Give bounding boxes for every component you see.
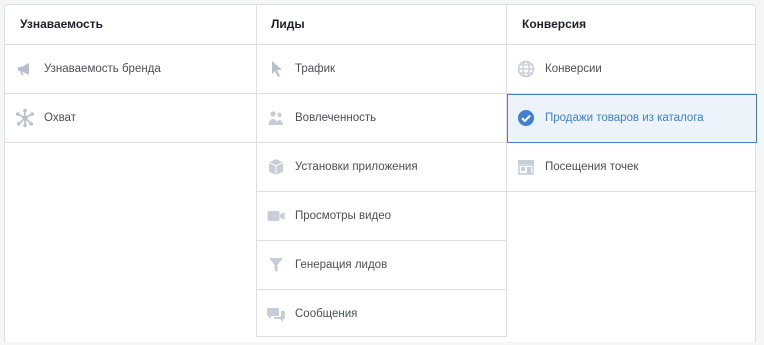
objective-reach[interactable]: Охват (5, 94, 256, 143)
column-leads: Лиды Трафик Вовлеченность Установки прил… (256, 5, 507, 337)
objective-label: Конверсии (545, 63, 602, 75)
objective-label: Генерация лидов (295, 259, 388, 271)
chat-bubbles-icon (266, 304, 286, 324)
objective-catalog-sales[interactable]: Продажи товаров из каталога (507, 94, 757, 143)
objective-label: Посещения точек (545, 161, 639, 173)
objective-traffic[interactable]: Трафик (257, 45, 506, 94)
objective-label: Установки приложения (295, 161, 418, 173)
objective-video-views[interactable]: Просмотры видео (257, 192, 506, 241)
reach-icon (15, 108, 35, 128)
store-icon (516, 157, 536, 177)
funnel-icon (266, 255, 286, 275)
objective-label: Просмотры видео (295, 210, 392, 222)
megaphone-icon (15, 59, 35, 79)
objective-lead-generation[interactable]: Генерация лидов (257, 241, 506, 290)
box-icon (266, 157, 286, 177)
objective-app-installs[interactable]: Установки приложения (257, 143, 506, 192)
objective-label: Трафик (295, 63, 336, 75)
column-conversion: Конверсия Конверсии Продажи товаров из к… (507, 5, 757, 342)
objective-label: Продажи товаров из каталога (545, 112, 704, 124)
objective-engagement[interactable]: Вовлеченность (257, 94, 506, 143)
globe-icon (516, 59, 536, 79)
column-heading-awareness: Узнаваемость (5, 5, 256, 45)
objective-label: Узнаваемость бренда (44, 63, 161, 75)
objective-label: Охват (44, 112, 76, 124)
objective-conversions[interactable]: Конверсии (507, 45, 757, 94)
objective-label: Сообщения (295, 308, 358, 320)
objective-label: Вовлеченность (295, 112, 377, 124)
objective-brand-awareness[interactable]: Узнаваемость бренда (5, 45, 256, 94)
column-heading-leads: Лиды (257, 5, 506, 45)
objective-messages[interactable]: Сообщения (257, 290, 506, 338)
objective-store-visits[interactable]: Посещения точек (507, 143, 757, 192)
objective-picker: Узнаваемость Узнаваемость бренда Охват Л… (4, 4, 757, 342)
people-icon (266, 108, 286, 128)
video-camera-icon (266, 206, 286, 226)
cursor-icon (266, 59, 286, 79)
check-circle-icon (516, 108, 536, 128)
column-awareness: Узнаваемость Узнаваемость бренда Охват (5, 5, 256, 342)
column-heading-conversion: Конверсия (507, 5, 757, 45)
